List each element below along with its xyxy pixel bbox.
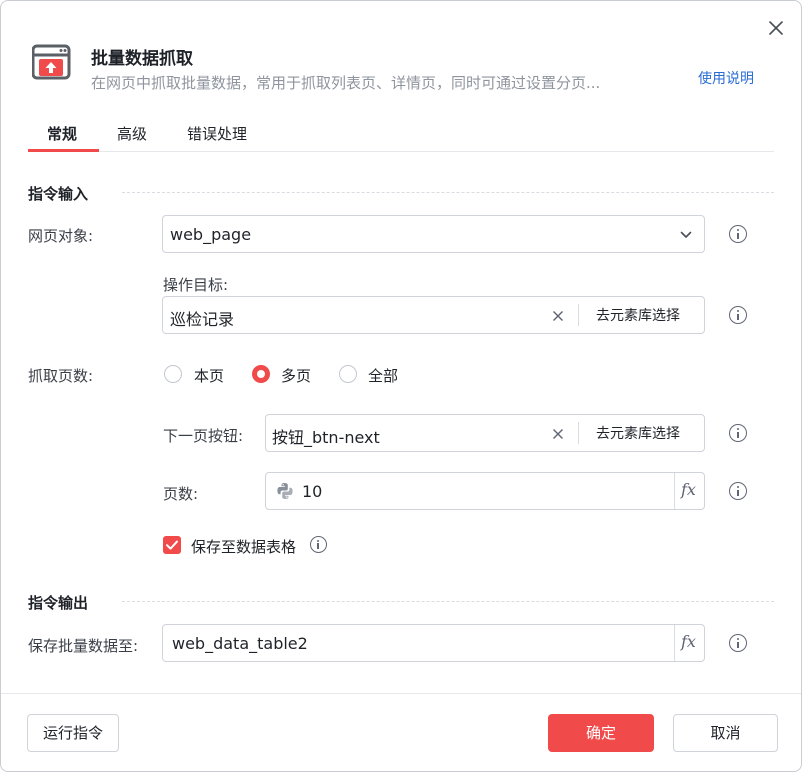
save-to-info-icon[interactable] (729, 634, 747, 652)
save-to-input[interactable]: web_data_table2 fx (162, 624, 705, 662)
next-button-info-icon[interactable] (729, 424, 747, 442)
active-tab-indicator (28, 149, 99, 152)
tab-advanced[interactable]: 高级 (117, 123, 147, 144)
chevron-down-icon (680, 231, 692, 238)
next-button-label: 下一页按钮: (163, 427, 244, 445)
target-info-icon[interactable] (729, 306, 747, 324)
checkmark-icon (166, 540, 178, 550)
target-separator (578, 304, 579, 326)
target-label: 操作目标: (163, 276, 229, 294)
page-count-mode-label: 抓取页数: (28, 367, 94, 385)
next-button-select-from-library-button[interactable]: 去元素库选择 (596, 423, 680, 443)
web-object-info-icon[interactable] (729, 225, 747, 243)
pages-value: 10 (302, 482, 323, 501)
close-icon[interactable] (765, 17, 787, 39)
run-command-button[interactable]: 运行指令 (27, 714, 119, 752)
next-button-input[interactable]: 按钮_btn-next 去元素库选择 (265, 414, 705, 452)
save-to-table-info-icon[interactable] (310, 536, 327, 553)
tab-general[interactable]: 常规 (47, 123, 77, 144)
web-object-label: 网页对象: (28, 227, 94, 245)
pages-info-icon[interactable] (729, 482, 747, 500)
radio-multi-page[interactable] (252, 365, 270, 383)
tab-bar: 常规 高级 错误处理 (28, 119, 774, 152)
cancel-button[interactable]: 取消 (673, 714, 778, 752)
next-button-value: 按钮_btn-next (272, 428, 380, 447)
radio-current-page[interactable] (164, 365, 182, 383)
output-section-divider (122, 601, 774, 602)
target-value: 巡检记录 (170, 310, 235, 329)
footer-divider (1, 693, 801, 694)
dialog-subtitle: 在网页中抓取批量数据，常用于抓取列表页、详情页，同时可通过设置分页... (91, 74, 601, 92)
input-section-title: 指令输入 (28, 185, 89, 203)
python-icon (277, 483, 293, 499)
browser-upload-icon (32, 44, 71, 80)
next-button-separator (578, 422, 579, 444)
fx-icon[interactable]: fx (681, 480, 696, 499)
radio-all-pages-label[interactable]: 全部 (368, 365, 398, 386)
radio-all-pages[interactable] (339, 365, 357, 383)
target-input[interactable]: 巡检记录 去元素库选择 (162, 296, 705, 334)
pages-separator (674, 473, 675, 509)
confirm-button[interactable]: 确定 (548, 714, 654, 752)
clear-icon[interactable] (551, 309, 565, 323)
radio-current-page-label[interactable]: 本页 (194, 365, 224, 386)
dialog-title: 批量数据抓取 (91, 49, 193, 69)
pages-input[interactable]: 10 fx (265, 472, 705, 510)
save-to-separator (674, 625, 675, 661)
save-to-table-label[interactable]: 保存至数据表格 (191, 536, 296, 557)
target-select-from-library-button[interactable]: 去元素库选择 (596, 305, 680, 325)
batch-scrape-dialog: 批量数据抓取 在网页中抓取批量数据，常用于抓取列表页、详情页，同时可通过设置分页… (0, 0, 802, 772)
clear-icon[interactable] (551, 427, 565, 441)
save-to-value: web_data_table2 (172, 634, 308, 653)
input-section-divider (122, 192, 774, 193)
pages-label: 页数: (163, 485, 199, 503)
radio-multi-page-label[interactable]: 多页 (281, 365, 311, 386)
web-object-select[interactable]: web_page (162, 215, 705, 253)
save-to-table-checkbox[interactable] (163, 536, 181, 554)
tab-error-handling[interactable]: 错误处理 (187, 123, 247, 144)
web-object-value: web_page (170, 225, 252, 244)
fx-icon[interactable]: fx (681, 632, 696, 651)
save-to-label: 保存批量数据至: (28, 637, 139, 655)
help-link[interactable]: 使用说明 (698, 68, 754, 88)
output-section-title: 指令输出 (28, 594, 89, 612)
